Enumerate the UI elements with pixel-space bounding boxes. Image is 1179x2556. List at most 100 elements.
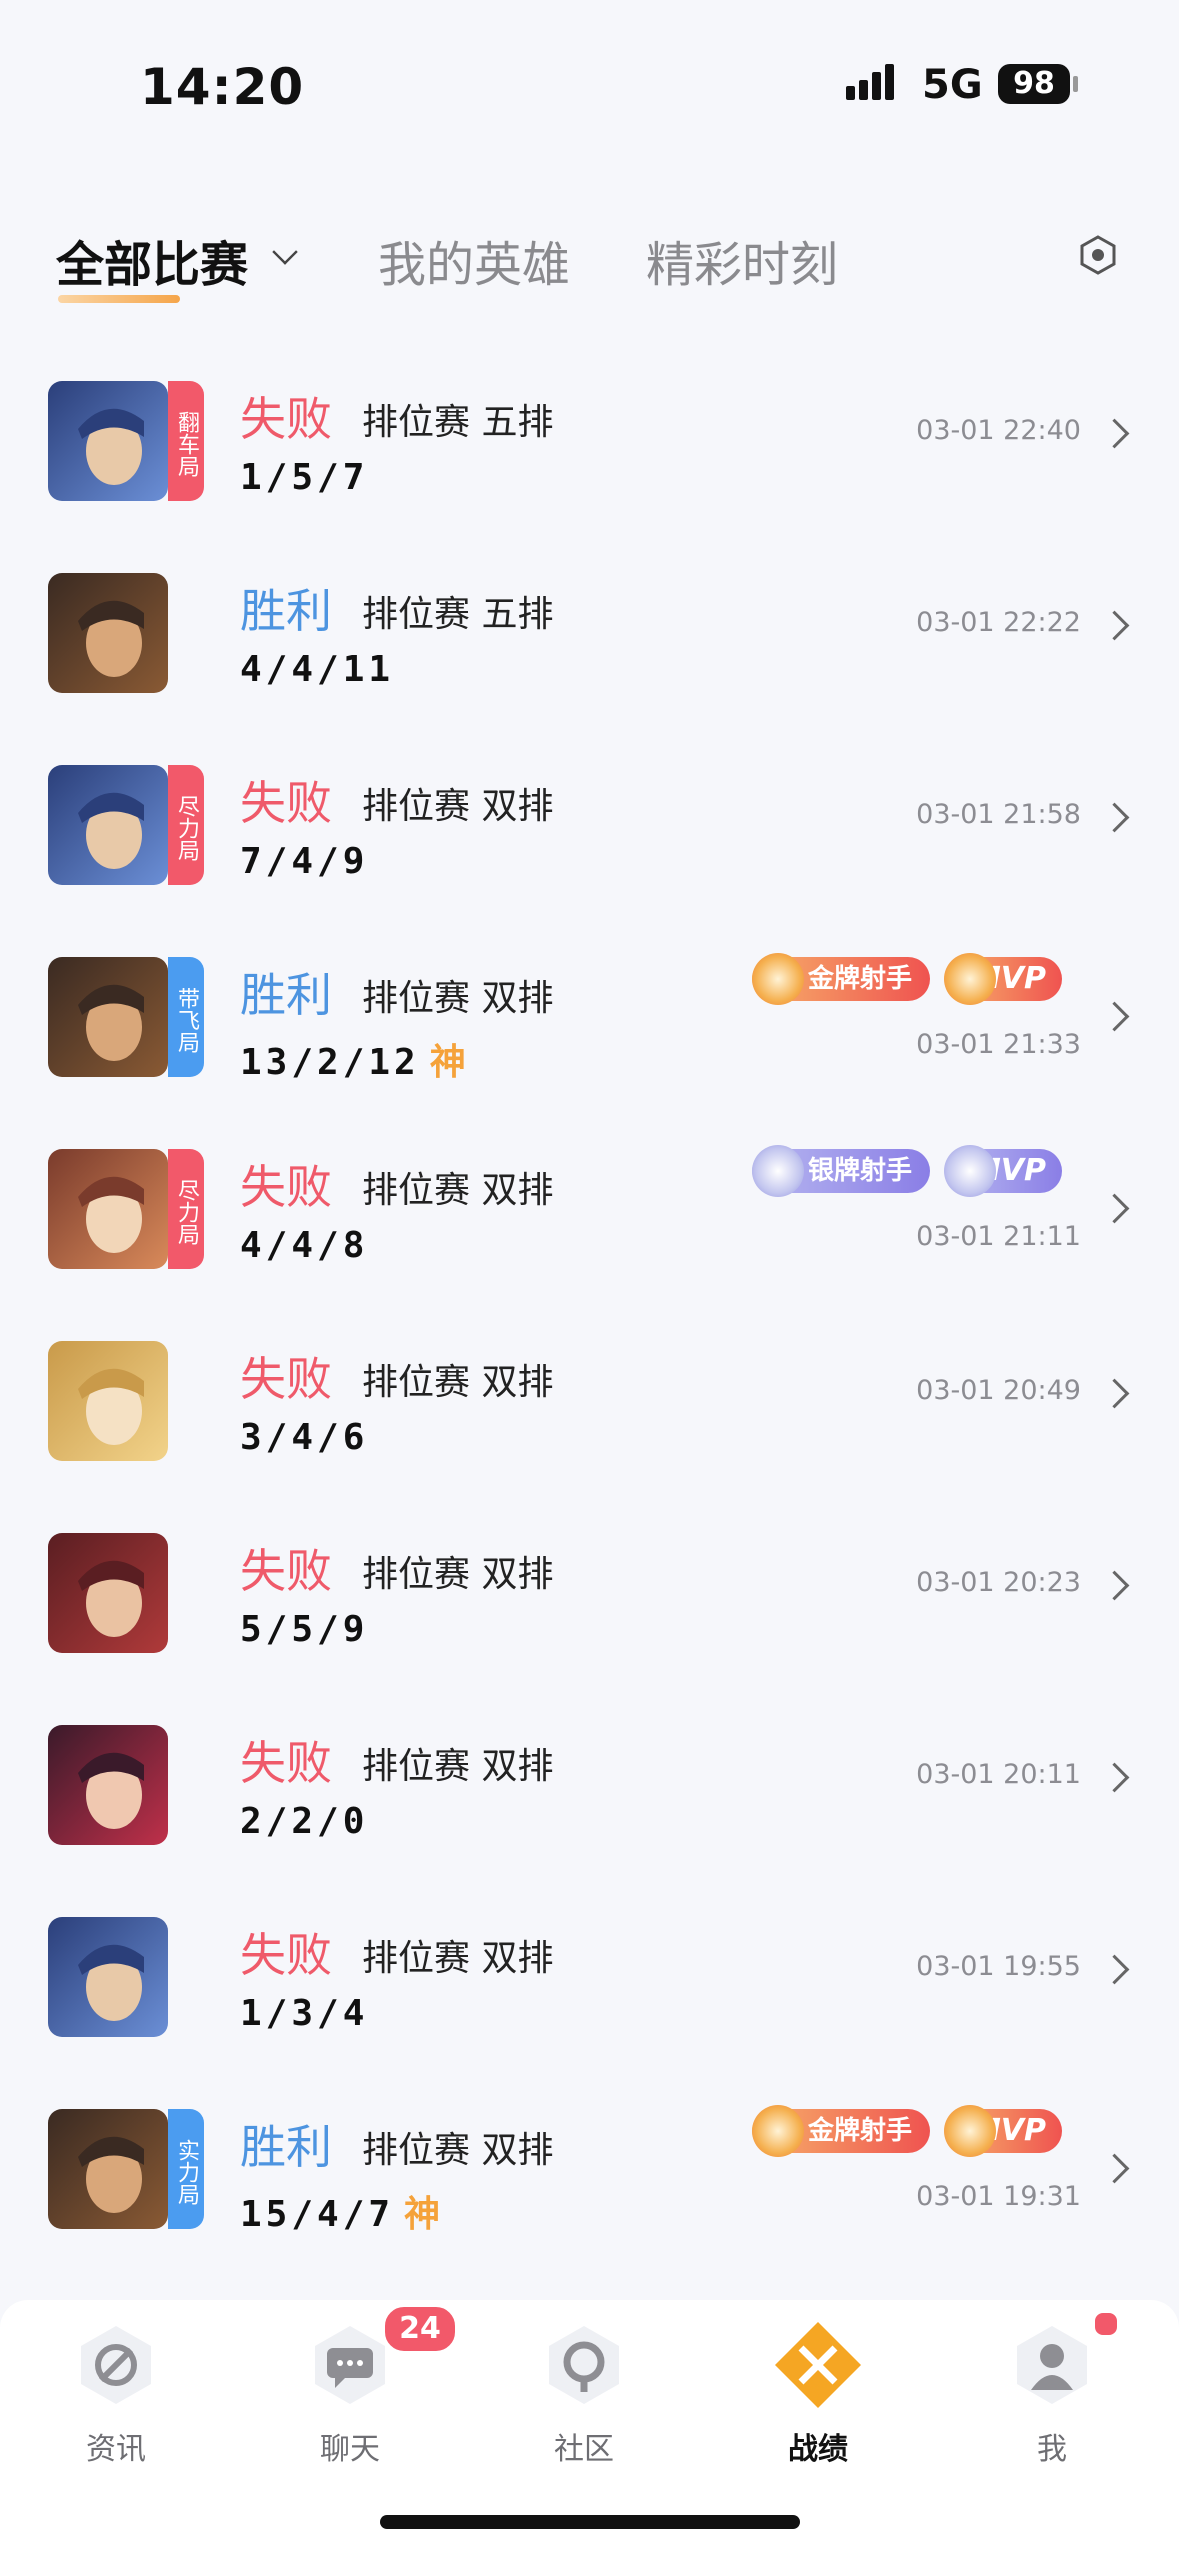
match-mode: 排位赛 双排	[362, 1554, 554, 1595]
nav-battle-record[interactable]: 战绩	[718, 2320, 918, 2468]
hero-avatar	[48, 1533, 168, 1653]
chevron-right-icon[interactable]	[1099, 1570, 1130, 1601]
hero-avatar	[48, 1917, 168, 2037]
nav-label: 战绩	[788, 2432, 848, 2467]
medal-icon	[752, 2105, 804, 2157]
chevron-right-icon[interactable]	[1099, 1378, 1130, 1409]
match-mode: 排位赛 双排	[362, 1170, 554, 1211]
match-row[interactable]: 翻车局 失败 排位赛 五排 1/5/7 03-01 22:40	[0, 345, 1179, 537]
news-icon	[81, 2326, 151, 2404]
mvp-badge: MVP	[944, 953, 1062, 1005]
match-mode: 排位赛 五排	[362, 594, 554, 635]
settings-icon[interactable]	[1078, 235, 1118, 275]
nav-label: 社区	[554, 2432, 614, 2467]
match-mode: 排位赛 五排	[362, 402, 554, 443]
match-tag: 带飞局	[168, 957, 204, 1077]
network-label: 5G	[922, 62, 983, 108]
match-kda: 13/2/12 神	[240, 1033, 466, 1085]
community-icon	[549, 2326, 619, 2404]
match-kda: 1/3/4	[240, 1993, 368, 2034]
match-row[interactable]: 尽力局 失败 排位赛 双排 7/4/9 03-01 21:58	[0, 729, 1179, 921]
match-tag: 翻车局	[168, 381, 204, 501]
match-kda: 3/4/6	[240, 1417, 368, 1458]
hero-avatar	[48, 381, 168, 501]
match-time: 03-01 20:49	[916, 1375, 1081, 1406]
match-row[interactable]: 尽力局 失败 排位赛 双排 4/4/8 03-01 21:11 银牌射手 MVP	[0, 1113, 1179, 1305]
medal-label: 金牌射手	[808, 2116, 913, 2146]
match-kda: 4/4/11	[240, 649, 394, 690]
nav-label: 资讯	[86, 2432, 146, 2467]
chevron-right-icon[interactable]	[1099, 1001, 1130, 1032]
match-time: 03-01 21:58	[916, 799, 1081, 830]
kda-value: 1/5/7	[240, 457, 369, 498]
hero-avatar	[48, 573, 168, 693]
match-time: 03-01 20:23	[916, 1567, 1081, 1598]
profile-notification-dot	[1092, 2310, 1120, 2338]
chevron-right-icon[interactable]	[1099, 1954, 1130, 1985]
god-mark: 神	[429, 1042, 466, 1083]
nav-community[interactable]: 社区	[484, 2320, 684, 2468]
mvp-badge: MVP	[944, 1145, 1062, 1197]
match-tag: 尽力局	[168, 1149, 204, 1269]
match-row[interactable]: 失败 排位赛 双排 2/2/0 03-01 20:11	[0, 1689, 1179, 1881]
match-time: 03-01 21:33	[916, 1029, 1081, 1060]
match-row[interactable]: 胜利 排位赛 五排 4/4/11 03-01 22:22	[0, 537, 1179, 729]
kda-value: 2/2/0	[240, 1801, 369, 1842]
hero-avatar	[48, 1725, 168, 1845]
nav-label: 我	[1037, 2432, 1067, 2467]
match-kda: 7/4/9	[240, 841, 368, 882]
match-mode: 排位赛 双排	[362, 978, 554, 1019]
kda-value: 3/4/6	[240, 1417, 369, 1458]
match-row[interactable]: 实力局 胜利 排位赛 双排 15/4/7 神 03-01 19:31 金牌射手 MVP	[0, 2073, 1179, 2265]
medal-badge: 银牌射手	[752, 1145, 931, 1197]
hero-avatar	[48, 957, 168, 1077]
medal-label: 银牌射手	[808, 1156, 913, 1186]
match-time: 03-01 19:55	[916, 1951, 1081, 1982]
match-row[interactable]: 失败 排位赛 双排 5/5/9 03-01 20:23	[0, 1497, 1179, 1689]
nav-news[interactable]: 资讯	[16, 2320, 216, 2468]
match-mode: 排位赛 双排	[362, 1362, 554, 1403]
kda-value: 4/4/8	[240, 1225, 369, 1266]
match-row[interactable]: 失败 排位赛 双排 3/4/6 03-01 20:49	[0, 1305, 1179, 1497]
god-mark: 神	[404, 2194, 441, 2235]
match-time: 03-01 19:31	[916, 2181, 1081, 2212]
hero-avatar	[48, 1149, 168, 1269]
hero-avatar	[48, 2109, 168, 2229]
match-mode: 排位赛 双排	[362, 786, 554, 827]
status-bar: 14:20 5G 98	[0, 0, 1179, 150]
hero-avatar	[48, 765, 168, 885]
tab-all-matches[interactable]: 全部比赛	[56, 225, 248, 295]
match-time: 03-01 21:11	[916, 1221, 1081, 1252]
match-time: 03-01 22:22	[916, 607, 1081, 638]
tab-my-heroes[interactable]: 我的英雄	[378, 225, 570, 295]
match-result: 失败	[240, 1928, 332, 1982]
status-time: 14:20	[140, 58, 305, 116]
chevron-right-icon[interactable]	[1099, 2153, 1130, 2184]
nav-profile[interactable]: 我	[952, 2320, 1152, 2468]
chevron-right-icon[interactable]	[1099, 1762, 1130, 1793]
medal-label: 金牌射手	[808, 964, 913, 994]
kda-value: 13/2/12	[240, 1042, 420, 1083]
chevron-right-icon[interactable]	[1099, 418, 1130, 449]
tab-highlights[interactable]: 精彩时刻	[646, 225, 838, 295]
match-result: 失败	[240, 392, 332, 446]
nav-label: 聊天	[320, 2432, 380, 2467]
match-result: 失败	[240, 1160, 332, 1214]
chevron-down-icon[interactable]	[272, 239, 298, 265]
trophy-icon	[944, 2105, 996, 2157]
match-row[interactable]: 失败 排位赛 双排 1/3/4 03-01 19:55	[0, 1881, 1179, 2073]
match-mode: 排位赛 双排	[362, 1746, 554, 1787]
match-result: 胜利	[240, 968, 332, 1022]
kda-value: 7/4/9	[240, 841, 369, 882]
match-mode: 排位赛 双排	[362, 1938, 554, 1979]
chevron-right-icon[interactable]	[1099, 610, 1130, 641]
match-result: 失败	[240, 1544, 332, 1598]
medal-badge: 金牌射手	[752, 953, 931, 1005]
match-kda: 1/5/7	[240, 457, 368, 498]
match-row[interactable]: 带飞局 胜利 排位赛 双排 13/2/12 神 03-01 21:33 金牌射手 MVP	[0, 921, 1179, 1113]
battery-icon: 98	[998, 64, 1078, 104]
match-tag: 实力局	[168, 2109, 204, 2229]
chevron-right-icon[interactable]	[1099, 802, 1130, 833]
chevron-right-icon[interactable]	[1099, 1193, 1130, 1224]
trophy-icon	[944, 1145, 996, 1197]
